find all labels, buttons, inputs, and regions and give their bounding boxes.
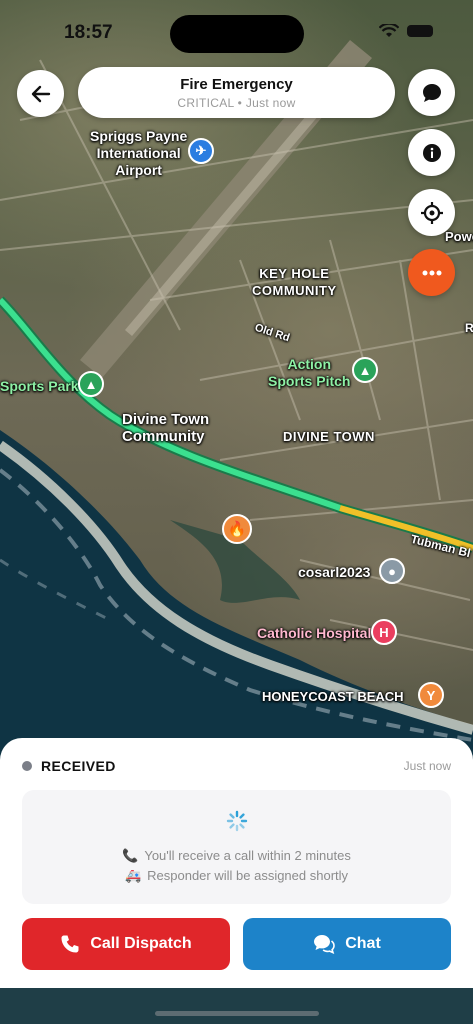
info-line-call: 📞 You'll receive a call within 2 minutes (122, 848, 351, 863)
back-button[interactable] (17, 70, 64, 117)
loading-spinner-icon (226, 810, 248, 832)
back-arrow-icon (31, 85, 50, 102)
status-row: RECEIVED Just now (22, 756, 451, 776)
map-label-key-hole: KEY HOLE COMMUNITY (252, 266, 337, 298)
airplane-icon[interactable]: ✈ (188, 138, 214, 164)
emergency-status-sheet: RECEIVED Just now 📞 You'll receive a call… (0, 738, 473, 988)
phone-icon: 📞 (122, 848, 139, 863)
chat-bubble-icon (422, 83, 441, 102)
hospital-icon[interactable]: H (371, 619, 397, 645)
info-card: 📞 You'll receive a call within 2 minutes … (22, 790, 451, 904)
status-label: RECEIVED (41, 758, 116, 774)
phone-icon (61, 935, 79, 953)
locate-fab-button[interactable] (408, 189, 455, 236)
map-label-airport: Spriggs Payne International Airport (90, 128, 188, 178)
location-icon[interactable]: ● (379, 558, 405, 584)
home-indicator[interactable] (155, 1011, 319, 1016)
more-fab-button[interactable] (408, 249, 455, 296)
map-label-divine-town: DIVINE TOWN (283, 429, 375, 444)
wifi-icon (379, 24, 399, 37)
map-label-action-sports: Action Sports Pitch (268, 356, 351, 389)
status-timestamp: Just now (403, 759, 451, 773)
crosshair-icon (420, 201, 443, 224)
chat-fab-button[interactable] (408, 69, 455, 116)
map-label-powe: Powe (445, 229, 473, 244)
page-title: Fire Emergency (180, 76, 293, 93)
info-fab-button[interactable] (408, 129, 455, 176)
status-time: 18:57 (64, 22, 113, 43)
status-dot (22, 761, 32, 771)
chat-button[interactable]: Chat (243, 918, 451, 970)
tree-icon[interactable]: ▲ (78, 371, 104, 397)
map-label-cosarl: cosarl2023 (298, 564, 371, 580)
bottom-map-strip (0, 988, 473, 1024)
cocktail-icon[interactable]: Y (418, 682, 444, 708)
emergency-title-card: Fire Emergency CRITICAL • Just now (78, 67, 395, 118)
call-dispatch-label: Call Dispatch (90, 935, 192, 952)
map-label-honeycoast: HONEYCOAST BEACH (262, 689, 404, 704)
tree-icon[interactable]: ▲ (352, 357, 378, 383)
ambulance-icon: 🚑 (124, 868, 142, 883)
fire-icon[interactable]: 🔥 (222, 514, 252, 544)
info-icon (422, 143, 441, 162)
battery-icon (407, 25, 433, 37)
chat-bubbles-icon (314, 935, 336, 954)
map-label-divine-town-community: Divine Town Community (122, 411, 210, 445)
chat-label: Chat (345, 935, 381, 952)
map-label-sports-park: Sports Park (0, 378, 79, 394)
map-label-catholic-hospital: Catholic Hospital (257, 625, 372, 641)
more-icon (422, 270, 441, 275)
call-dispatch-button[interactable]: Call Dispatch (22, 918, 230, 970)
page-subtitle: CRITICAL • Just now (177, 96, 296, 110)
status-icons (379, 24, 433, 38)
dynamic-island (170, 15, 304, 53)
info-line-responder: 🚑 Responder will be assigned shortly (124, 868, 349, 883)
map-label-edge: R (465, 321, 473, 335)
